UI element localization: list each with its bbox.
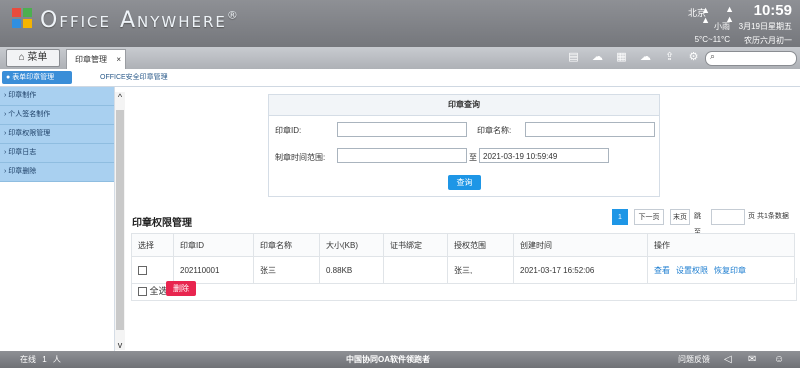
col-seal-name: 印章名称 (253, 233, 320, 257)
subnav-item-form-seal[interactable]: ● 表单印章管理 (2, 71, 72, 84)
search-icon: ⌕ (710, 51, 716, 61)
seal-name-input[interactable] (525, 122, 655, 137)
sidebar-item-seal-permission[interactable]: › 印章权限管理 (0, 125, 114, 144)
nav-row: ⌂ 菜单 印章管理 × ▤ ☁ ▦ ☁ ⇪ ⚙ ? ☺ ⌕ (0, 47, 800, 69)
to-label: 至 (469, 153, 477, 162)
weather-arrows-icon[interactable]: ▲ ▲ (701, 5, 710, 25)
jump-page-input[interactable] (711, 209, 745, 225)
gear-icon[interactable]: ⚙ (686, 50, 701, 65)
pager-summary: 页 共1条数据 (748, 213, 789, 220)
col-size: 大小(KB) (319, 233, 384, 257)
seal-name-label: 印章名称: (477, 126, 512, 135)
search-input[interactable]: ⌕ (705, 51, 797, 66)
status-bar: 在线 1 人 中国协同OA软件领跑者 问题反馈 ◁ ✉ ☺ (0, 351, 800, 368)
app-logo-icon (12, 8, 32, 28)
page-title: 印章权限管理 (132, 218, 192, 229)
close-icon[interactable]: × (116, 50, 121, 70)
upload-icon[interactable]: ⇪ (662, 50, 677, 65)
seal-id-input[interactable] (337, 122, 467, 137)
weather-temp: 5°C~11°C (694, 35, 730, 44)
sound-icon[interactable]: ◁ (724, 351, 732, 368)
feedback-link[interactable]: 问题反馈 (678, 351, 710, 368)
query-panel: 印章查询 印章ID: 印章名称: 制章时间范围: 至 2021-03-19 10… (268, 94, 660, 197)
menu-button[interactable]: ⌂ 菜单 (6, 49, 60, 67)
sidebar-item-seal-log[interactable]: › 印章日志 (0, 144, 114, 163)
col-select: 选择 (131, 233, 174, 257)
restore-seal-link[interactable]: 恢复印章 (714, 266, 746, 275)
cloud-sync-icon[interactable]: ☁ (638, 50, 653, 65)
sub-nav: ● 表单印章管理 OFFICE安全印章管理 (0, 69, 800, 87)
seal-id-label: 印章ID: (275, 126, 302, 135)
sidebar: › 印章制作 › 个人签名制作 › 印章权限管理 › 印章日志 › 印章删除 (0, 87, 115, 351)
users-icon[interactable]: ☺ (774, 351, 784, 368)
table-header-row: 选择 印章ID 印章名称 大小(KB) 证书绑定 授权范围 创建时间 操作 (131, 233, 795, 257)
sidebar-item-seal-delete[interactable]: › 印章删除 (0, 163, 114, 182)
last-page-button[interactable]: 末页 (670, 209, 690, 225)
tab-label: 印章管理 (75, 55, 107, 64)
col-created: 创建时间 (513, 233, 648, 257)
mail-icon[interactable]: ✉ (748, 351, 756, 368)
page-1-button[interactable]: 1 (612, 209, 628, 225)
clock-time: 10:59 (753, 2, 792, 19)
online-status[interactable]: 在线 1 人 (20, 351, 61, 368)
scrollbar-thumb[interactable] (116, 110, 124, 330)
time-to-input[interactable]: 2021-03-19 10:59:49 (479, 148, 609, 163)
select-all-checkbox[interactable] (138, 287, 147, 297)
table-footer: 全选 删除 (131, 278, 797, 301)
subnav-item-office-seal[interactable]: OFFICE安全印章管理 (100, 72, 168, 82)
sidebar-item-seal-make[interactable]: › 印章制作 (0, 87, 114, 106)
seal-table: 选择 印章ID 印章名称 大小(KB) 证书绑定 授权范围 创建时间 操作 20… (131, 233, 795, 284)
query-button[interactable]: 查询 (448, 175, 481, 190)
set-permission-link[interactable]: 设置权限 (676, 266, 708, 275)
col-cert: 证书绑定 (383, 233, 448, 257)
home-icon: ⌂ (18, 52, 25, 63)
status-slogan: 中国协同OA软件领跑者 (346, 355, 430, 364)
cloud-icon[interactable]: ☁ (590, 50, 605, 65)
query-title: 印章查询 (269, 95, 659, 116)
view-link[interactable]: 查看 (654, 266, 670, 275)
clock-date: 3月19日星期五 (738, 22, 792, 31)
chevron-down-icon[interactable]: v (115, 340, 125, 350)
time-range-label: 制章时间范围: (275, 153, 326, 162)
scrollbar[interactable]: ^ v (115, 92, 125, 350)
weather-condition: 小雨 (714, 22, 730, 31)
chevron-up-icon[interactable]: ^ (115, 92, 125, 102)
menu-label: 菜单 (27, 52, 48, 63)
col-seal-id: 印章ID (173, 233, 254, 257)
delete-button[interactable]: 删除 (166, 281, 196, 296)
time-from-input[interactable] (337, 148, 467, 163)
brand-title: Office Anywhere® (40, 8, 240, 33)
list-icon[interactable]: ▤ (566, 50, 581, 65)
next-page-button[interactable]: 下一页 (634, 209, 664, 225)
col-actions: 操作 (647, 233, 795, 257)
sidebar-item-signature-make[interactable]: › 个人签名制作 (0, 106, 114, 125)
row-checkbox[interactable] (138, 265, 147, 275)
top-bar: Office Anywhere® 北京 ▲ ▲ ▲ ▲ 10:59 小雨 3月1… (0, 0, 800, 47)
lunar-date: 农历六月初一 (744, 36, 792, 45)
apps-icon[interactable]: ▦ (614, 50, 629, 65)
col-scope: 授权范围 (447, 233, 514, 257)
select-all[interactable]: 全选 (138, 284, 168, 297)
tab-seal-management[interactable]: 印章管理 × (66, 49, 126, 69)
